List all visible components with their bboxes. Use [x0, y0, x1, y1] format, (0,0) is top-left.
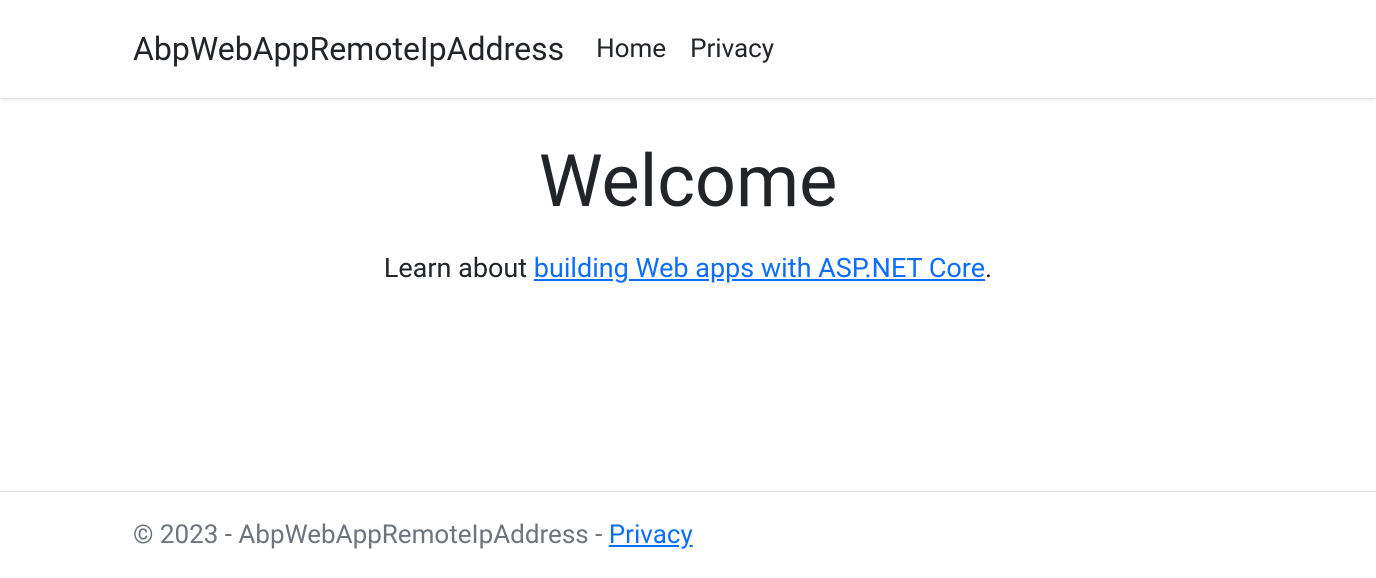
- lead-text-pre: Learn about: [384, 252, 534, 284]
- nav-item-privacy: Privacy: [690, 34, 774, 64]
- nav-link-privacy[interactable]: Privacy: [690, 34, 774, 64]
- footer: © 2023 - AbpWebAppRemoteIpAddress - Priv…: [0, 491, 1376, 578]
- footer-text: © 2023 - AbpWebAppRemoteIpAddress -: [133, 520, 609, 550]
- lead-text-post: .: [985, 252, 992, 284]
- navbar: AbpWebAppRemoteIpAddress Home Privacy: [0, 0, 1376, 99]
- navbar-nav: Home Privacy: [596, 34, 774, 64]
- lead-paragraph: Learn about building Web apps with ASP.N…: [0, 252, 1376, 284]
- navbar-brand[interactable]: AbpWebAppRemoteIpAddress: [133, 30, 564, 68]
- nav-item-home: Home: [596, 34, 666, 64]
- learn-link[interactable]: building Web apps with ASP.NET Core: [534, 252, 985, 284]
- footer-container: © 2023 - AbpWebAppRemoteIpAddress - Priv…: [118, 520, 1258, 550]
- main-content: Welcome Learn about building Web apps wi…: [0, 99, 1376, 491]
- nav-link-home[interactable]: Home: [596, 34, 666, 64]
- footer-privacy-link[interactable]: Privacy: [609, 520, 693, 550]
- navbar-container: AbpWebAppRemoteIpAddress Home Privacy: [118, 0, 1258, 98]
- page-title: Welcome: [0, 139, 1376, 224]
